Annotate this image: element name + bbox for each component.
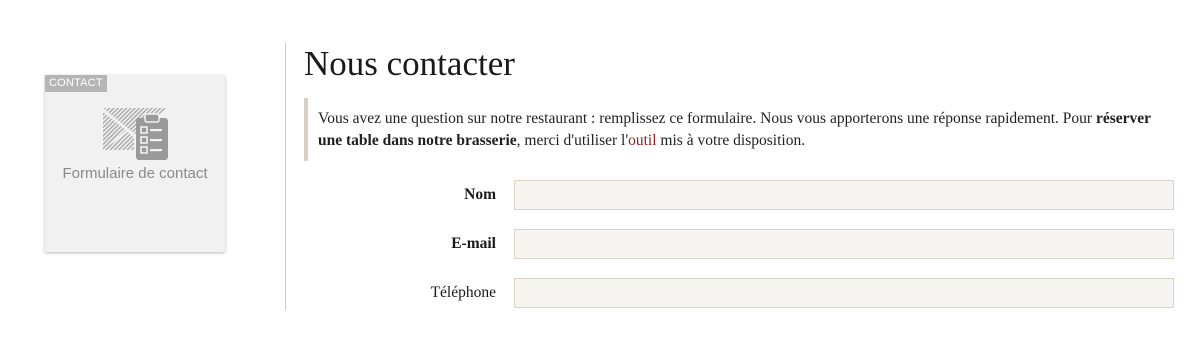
name-label: Nom xyxy=(464,186,496,203)
card-title[interactable]: Formulaire de contact xyxy=(45,165,225,182)
phone-label: Téléphone xyxy=(430,284,496,301)
email-label: E-mail xyxy=(451,235,496,252)
email-input[interactable] xyxy=(514,229,1174,259)
column-divider xyxy=(285,43,286,310)
card-category-tag: CONTACT xyxy=(45,75,107,92)
page-title: Nous contacter xyxy=(304,44,515,83)
form-row-email: E-mail xyxy=(304,229,1174,259)
contact-form-icon xyxy=(103,108,168,160)
intro-text-middle: , merci d'utiliser l' xyxy=(516,132,629,149)
phone-input[interactable] xyxy=(514,278,1174,308)
intro-text-start: Vous avez une question sur notre restaur… xyxy=(318,110,1096,127)
intro-text-end: mis à votre disposition. xyxy=(656,132,806,149)
contact-form-card[interactable]: CONTACT xyxy=(45,75,225,252)
form-row-phone: Téléphone xyxy=(304,278,1174,308)
reservation-tool-link[interactable]: outil xyxy=(628,132,656,149)
intro-text: Vous avez une question sur notre restaur… xyxy=(304,98,1174,161)
form-row-name: Nom xyxy=(304,180,1174,210)
name-input[interactable] xyxy=(514,180,1174,210)
